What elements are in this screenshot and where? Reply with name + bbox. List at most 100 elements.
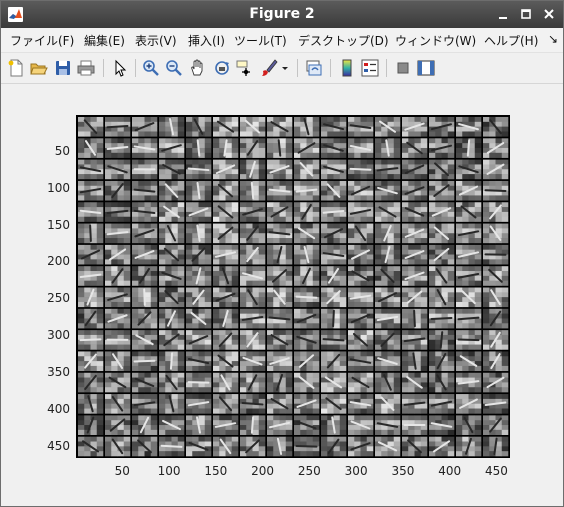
filter-patch bbox=[105, 180, 131, 201]
filter-patch bbox=[159, 202, 185, 222]
filter-patch bbox=[159, 266, 185, 286]
filter-patch bbox=[294, 394, 320, 414]
colorbar-icon[interactable] bbox=[338, 59, 356, 77]
filter-patch bbox=[105, 394, 131, 414]
filter-patch bbox=[429, 180, 455, 201]
data-cursor-icon[interactable] bbox=[236, 59, 254, 77]
filter-patch bbox=[456, 223, 482, 244]
toolbar-separator bbox=[135, 59, 136, 77]
filter-patch bbox=[348, 180, 374, 201]
filter-patch bbox=[267, 223, 293, 244]
brush-icon[interactable] bbox=[260, 59, 278, 77]
figure-toolbar bbox=[1, 53, 563, 84]
menu-overflow-icon[interactable]: ↘ bbox=[548, 32, 558, 46]
filter-patch bbox=[429, 308, 455, 329]
filter-patch bbox=[375, 372, 401, 393]
axes-image-grid[interactable] bbox=[76, 115, 510, 458]
filter-patch bbox=[456, 351, 482, 372]
filter-patch bbox=[348, 436, 374, 457]
filter-patch bbox=[159, 117, 185, 137]
filter-patch bbox=[429, 202, 455, 222]
filter-patch bbox=[267, 415, 293, 435]
filter-patch bbox=[78, 117, 104, 137]
menu-tools[interactable]: ツール(T) bbox=[234, 32, 287, 49]
hide-plot-tools-icon[interactable] bbox=[394, 59, 412, 77]
filter-patch bbox=[429, 223, 455, 244]
filter-patch bbox=[294, 244, 320, 265]
filter-patch bbox=[456, 138, 482, 158]
filter-patch bbox=[240, 202, 266, 222]
filter-patch bbox=[105, 436, 131, 457]
filter-patch bbox=[186, 223, 212, 244]
filter-patch bbox=[159, 351, 185, 372]
pan-hand-icon[interactable] bbox=[189, 59, 207, 77]
filter-patch bbox=[213, 180, 239, 201]
menu-insert[interactable]: 挿入(I) bbox=[188, 32, 225, 49]
filter-patch bbox=[132, 330, 158, 350]
filter-patch bbox=[267, 266, 293, 286]
filter-patch bbox=[213, 351, 239, 372]
filter-patch bbox=[321, 394, 347, 414]
filter-patch bbox=[132, 180, 158, 201]
open-file-icon[interactable] bbox=[30, 59, 48, 77]
pointer-icon[interactable] bbox=[111, 59, 129, 77]
filter-patch bbox=[240, 223, 266, 244]
filter-patch bbox=[348, 330, 374, 350]
legend-icon[interactable] bbox=[361, 59, 379, 77]
x-tick-label: 50 bbox=[114, 464, 130, 478]
filter-patch bbox=[321, 202, 347, 222]
filter-patch bbox=[267, 159, 293, 180]
filter-patch bbox=[213, 223, 239, 244]
filter-patch bbox=[402, 117, 428, 137]
menu-window[interactable]: ウィンドウ(W) bbox=[395, 32, 476, 49]
filter-patch bbox=[132, 138, 158, 158]
zoom-out-icon[interactable] bbox=[165, 59, 183, 77]
filter-patch bbox=[159, 287, 185, 308]
menu-help[interactable]: ヘルプ(H) bbox=[484, 32, 538, 49]
toolbar-separator bbox=[103, 59, 104, 77]
filter-patch bbox=[375, 159, 401, 180]
dropdown-arrow-icon[interactable] bbox=[280, 59, 290, 77]
print-icon[interactable] bbox=[77, 59, 95, 77]
menu-file[interactable]: ファイル(F) bbox=[10, 32, 74, 49]
y-tick-label: 350 bbox=[47, 365, 70, 380]
new-figure-icon[interactable] bbox=[7, 59, 25, 77]
filter-patch bbox=[105, 223, 131, 244]
filter-patch bbox=[429, 394, 455, 414]
y-tick-label: 200 bbox=[47, 254, 70, 269]
filter-patch bbox=[294, 415, 320, 435]
maximize-icon[interactable] bbox=[518, 6, 534, 22]
filter-patch bbox=[429, 138, 455, 158]
filter-patch bbox=[294, 138, 320, 158]
filter-patch bbox=[132, 202, 158, 222]
filter-patch bbox=[132, 394, 158, 414]
rotate-3d-icon[interactable] bbox=[213, 59, 231, 77]
toolbar-separator bbox=[386, 59, 387, 77]
filter-patch bbox=[240, 415, 266, 435]
zoom-in-icon[interactable] bbox=[142, 59, 160, 77]
filter-patch bbox=[213, 266, 239, 286]
filter-patch bbox=[159, 330, 185, 350]
filter-patch bbox=[213, 159, 239, 180]
filter-patch bbox=[78, 287, 104, 308]
filter-patch bbox=[78, 394, 104, 414]
menu-view[interactable]: 表示(V) bbox=[135, 32, 177, 49]
filter-patch bbox=[132, 372, 158, 393]
minimize-icon[interactable] bbox=[495, 6, 511, 22]
menu-edit[interactable]: 編集(E) bbox=[84, 32, 125, 49]
filter-patch bbox=[402, 394, 428, 414]
filter-patch bbox=[159, 138, 185, 158]
filter-patch bbox=[186, 436, 212, 457]
close-icon[interactable] bbox=[541, 6, 557, 22]
filter-patch bbox=[429, 117, 455, 137]
x-tick-label: 300 bbox=[344, 464, 368, 478]
filter-patch bbox=[213, 394, 239, 414]
filter-patch bbox=[186, 415, 212, 435]
filter-patch bbox=[456, 117, 482, 137]
title-bar[interactable]: Figure 2 bbox=[1, 1, 563, 28]
menu-desktop[interactable]: デスクトップ(D) bbox=[298, 32, 389, 49]
filter-patch bbox=[321, 223, 347, 244]
show-plot-tools-icon[interactable] bbox=[417, 59, 435, 77]
save-icon[interactable] bbox=[54, 59, 72, 77]
link-plot-icon[interactable] bbox=[305, 59, 323, 77]
